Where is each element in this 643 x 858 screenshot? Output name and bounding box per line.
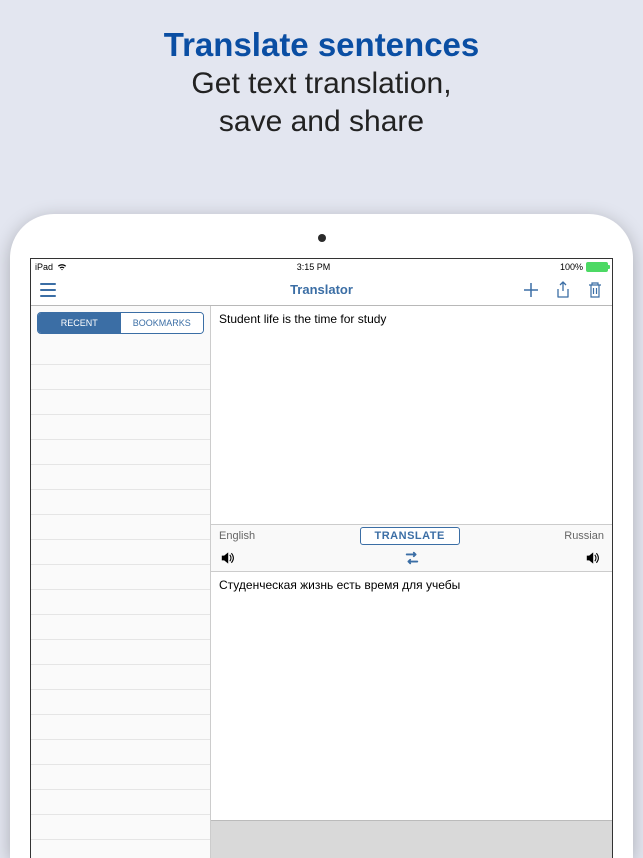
list-item[interactable] — [31, 640, 210, 665]
list-item[interactable] — [31, 615, 210, 640]
plus-icon — [522, 281, 540, 299]
promo-sub-2: save and share — [0, 103, 643, 141]
list-item[interactable] — [31, 590, 210, 615]
bottom-toolbar — [211, 820, 612, 858]
list-item[interactable] — [31, 415, 210, 440]
promo-header: Translate sentences Get text translation… — [0, 0, 643, 140]
list-item[interactable] — [31, 790, 210, 815]
target-lang-label[interactable]: Russian — [564, 530, 604, 542]
share-button[interactable] — [554, 281, 572, 299]
source-text-input[interactable]: Student life is the time for study — [211, 306, 612, 524]
promo-sub-1: Get text translation, — [0, 65, 643, 103]
list-item[interactable] — [31, 740, 210, 765]
list-item[interactable] — [31, 340, 210, 365]
speak-target-button[interactable] — [586, 551, 602, 565]
delete-button[interactable] — [586, 281, 604, 299]
segmented-control: RECENT BOOKMARKS — [37, 312, 204, 334]
promo-title: Translate sentences — [0, 24, 643, 65]
menu-button[interactable] — [39, 281, 57, 299]
list-item[interactable] — [31, 690, 210, 715]
carrier-label: iPad — [35, 262, 53, 272]
tab-recent[interactable]: RECENT — [38, 313, 121, 333]
menu-icon — [40, 283, 56, 297]
list-item[interactable] — [31, 665, 210, 690]
device-camera — [318, 234, 326, 242]
list-item[interactable] — [31, 540, 210, 565]
sidebar: RECENT BOOKMARKS — [31, 306, 211, 858]
list-item[interactable] — [31, 390, 210, 415]
add-button[interactable] — [522, 281, 540, 299]
share-icon — [555, 281, 571, 299]
speak-source-button[interactable] — [221, 551, 237, 565]
main-panel: Student life is the time for study Engli… — [211, 306, 612, 858]
trash-icon — [587, 281, 603, 299]
list-item[interactable] — [31, 765, 210, 790]
status-bar: iPad 3:15 PM 100% — [31, 259, 612, 274]
list-item[interactable] — [31, 440, 210, 465]
source-lang-label[interactable]: English — [219, 530, 255, 542]
battery-icon — [586, 262, 608, 272]
list-item[interactable] — [31, 815, 210, 840]
device-screen: iPad 3:15 PM 100% Translator — [30, 258, 613, 858]
list-item[interactable] — [31, 715, 210, 740]
wifi-icon — [57, 263, 67, 271]
content-area: RECENT BOOKMARKS — [31, 306, 612, 858]
status-time: 3:15 PM — [297, 262, 331, 272]
translate-button[interactable]: TRANSLATE — [360, 527, 460, 545]
list-item[interactable] — [31, 515, 210, 540]
list-item[interactable] — [31, 565, 210, 590]
list-item[interactable] — [31, 465, 210, 490]
language-bar: English TRANSLATE Russian — [211, 524, 612, 572]
swap-languages-button[interactable] — [404, 550, 420, 566]
device-frame: iPad 3:15 PM 100% Translator — [10, 214, 633, 858]
target-text-output: Студенческая жизнь есть время для учебы — [211, 572, 612, 858]
sidebar-list[interactable] — [31, 340, 210, 858]
list-item[interactable] — [31, 365, 210, 390]
list-item[interactable] — [31, 490, 210, 515]
battery-label: 100% — [560, 262, 583, 272]
nav-bar: Translator — [31, 274, 612, 306]
tab-bookmarks[interactable]: BOOKMARKS — [121, 313, 204, 333]
